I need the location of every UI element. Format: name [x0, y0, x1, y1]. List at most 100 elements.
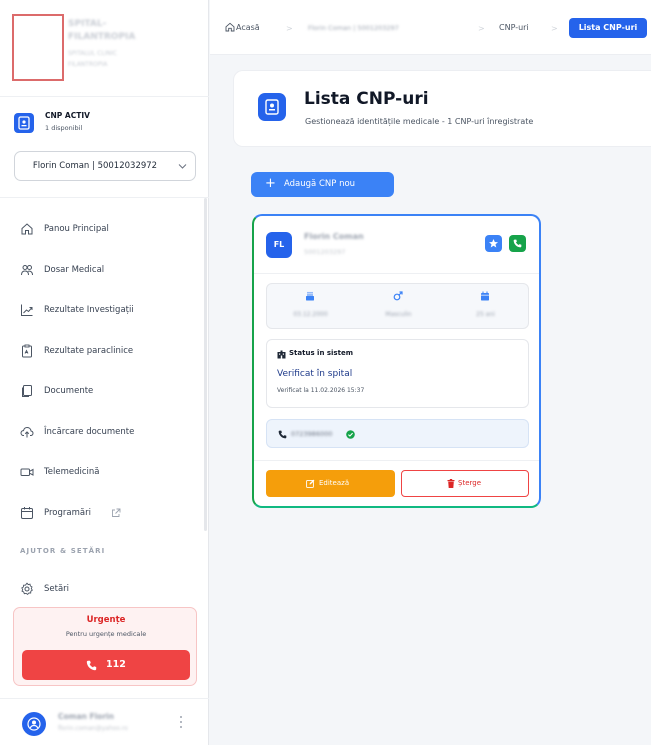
sidebar-item-telemedicina[interactable]: Telemedicină	[0, 460, 204, 484]
hospital-sub-line2: FILANTROPIA	[68, 61, 108, 68]
status-box: Status în sistem Verificat în spital Ver…	[266, 339, 529, 408]
hospital-name-line2: FILANTROPIA	[68, 32, 136, 42]
sidebar-item-label: Rezultate paraclinice	[44, 346, 134, 356]
home-icon	[21, 223, 33, 235]
status-title: Status în sistem	[289, 349, 353, 357]
emergency-subtitle: Pentru urgențe medicale	[65, 630, 147, 638]
page-subtitle: Gestionează identitățile medicale - 1 CN…	[305, 117, 534, 126]
plus-icon: +	[265, 176, 276, 191]
sidebar-item-panou-principal[interactable]: Panou Principal	[0, 217, 204, 241]
edit-button[interactable]: Editează	[266, 470, 395, 497]
sidebar-item-rezultate-paraclinice[interactable]: Rezultate paraclinice	[0, 339, 204, 363]
breadcrumb-home[interactable]: Acasă	[236, 20, 260, 36]
user-email: florin.coman@yahoo.ro	[58, 725, 128, 732]
phone-box: 0723986000	[266, 419, 529, 448]
patient-initials-avatar: FL	[266, 232, 292, 258]
sidebar-item-label: Rezultate Investigații	[44, 305, 134, 315]
divider	[254, 460, 539, 461]
sidebar-item-label: Documente	[44, 386, 94, 396]
breadcrumb-patient[interactable]: Florin Coman | 5001203297	[308, 20, 399, 36]
birth-date-value: 03.12.2000	[293, 311, 328, 318]
id-badge-icon	[14, 113, 34, 133]
breadcrumb-cnp-list[interactable]: CNP-uri	[499, 20, 529, 36]
users-icon	[21, 265, 33, 276]
cnp-card: FL Florin Coman 5001203297 03.12.2000 Ma…	[252, 214, 541, 508]
phone-icon	[278, 430, 287, 439]
cnp-active-label: CNP ACTIV	[45, 111, 90, 120]
patient-select-value: Florin Coman | 50012032972	[32, 161, 158, 171]
call-button[interactable]	[509, 235, 526, 252]
emergency-call-button[interactable]: 112	[22, 650, 190, 680]
sidebar-item-incarcare-documente[interactable]: Încărcare documente	[0, 420, 204, 444]
video-icon	[20, 468, 34, 476]
divider	[254, 273, 539, 274]
lab-report-icon	[22, 344, 32, 358]
sidebar: SPITAL- FILANTROPIA SPITALUL CLINIC FILA…	[0, 0, 209, 745]
status-value: Verificat în spital	[277, 369, 353, 379]
sidebar-item-label: Setări	[44, 584, 70, 594]
sidebar-item-label: Panou Principal	[44, 224, 109, 234]
age-col: 25 ani	[442, 284, 529, 330]
emergency-title: Urgențe	[86, 615, 126, 625]
calendar-icon	[481, 291, 489, 301]
top-bar: Acasă > Florin Coman | 5001203297 > CNP-…	[210, 0, 651, 55]
user-avatar[interactable]	[22, 712, 46, 736]
sidebar-item-label: Telemedicină	[44, 467, 100, 477]
sidebar-item-rezultate-investigatii[interactable]: Rezultate Investigații	[0, 298, 204, 322]
phone-icon	[86, 660, 97, 671]
favorite-button[interactable]	[485, 235, 502, 252]
breadcrumb-separator: >	[551, 24, 558, 33]
phone-number[interactable]: 0723986000	[291, 420, 332, 449]
calendar-icon	[21, 507, 33, 519]
sidebar-item-dosar-medical[interactable]: Dosar Medical	[0, 258, 204, 282]
delete-button-label: Șterge	[458, 479, 481, 487]
hospital-sub-line1: SPITALUL CLINIC	[68, 50, 117, 57]
documents-icon	[22, 385, 32, 397]
breadcrumb-current: Lista CNP-uri	[569, 18, 647, 38]
star-icon	[489, 239, 498, 248]
status-date: Verificat la 11.02.2026 15:37	[277, 387, 365, 394]
birth-date-col: 03.12.2000	[267, 284, 354, 330]
add-cnp-button-label: Adaugă CNP nou	[284, 179, 356, 189]
section-title-help-settings: AJUTOR & SETĂRI	[20, 547, 106, 555]
hospital-logo	[12, 14, 64, 81]
sidebar-item-label: Încărcare documente	[44, 427, 135, 437]
chevron-down-icon	[178, 164, 187, 169]
trending-chart-icon	[21, 304, 33, 316]
divider	[0, 96, 209, 97]
age-value: 25 ani	[476, 311, 495, 318]
emergency-panel: Urgențe Pentru urgențe medicale 112	[13, 607, 197, 686]
cloud-upload-icon	[20, 426, 34, 438]
breadcrumb-separator: >	[286, 24, 293, 33]
sidebar-item-setari[interactable]: Setări	[0, 577, 204, 601]
page-title: Lista CNP-uri	[304, 89, 429, 109]
cnp-available-count: 1 disponibil	[45, 124, 83, 132]
hospital-name-line1: SPITAL-	[68, 19, 107, 29]
breadcrumb-separator: >	[478, 24, 485, 33]
verified-check-icon	[346, 430, 355, 439]
hospital-name: SPITAL- FILANTROPIA	[68, 18, 135, 44]
sidebar-item-label: Programări	[44, 508, 91, 518]
patient-select[interactable]: Florin Coman | 50012032972	[14, 151, 196, 181]
external-link-icon	[112, 508, 121, 517]
delete-button[interactable]: Șterge	[401, 470, 529, 497]
edit-button-label: Editează	[319, 479, 350, 487]
patient-cnp: 5001203297	[304, 248, 346, 256]
add-cnp-button[interactable]: + Adaugă CNP nou	[251, 172, 394, 197]
more-options-icon[interactable]	[178, 713, 184, 733]
sidebar-item-label: Dosar Medical	[44, 265, 105, 275]
divider	[0, 197, 209, 198]
edit-icon	[306, 479, 315, 488]
gender-col: Masculin	[355, 284, 442, 330]
hospital-icon	[277, 350, 286, 359]
sidebar-item-programari[interactable]: Programări	[0, 501, 204, 525]
id-badge-icon	[258, 93, 286, 121]
emergency-number: 112	[106, 659, 126, 670]
male-gender-icon	[393, 291, 403, 301]
gender-value: Masculin	[385, 311, 412, 318]
sidebar-scrollbar[interactable]	[204, 198, 207, 531]
user-name: Coman Florin	[58, 712, 114, 721]
phone-icon	[513, 239, 522, 248]
page-header-card: Lista CNP-uri Gestionează identitățile m…	[233, 70, 651, 147]
sidebar-item-documente[interactable]: Documente	[0, 379, 204, 403]
